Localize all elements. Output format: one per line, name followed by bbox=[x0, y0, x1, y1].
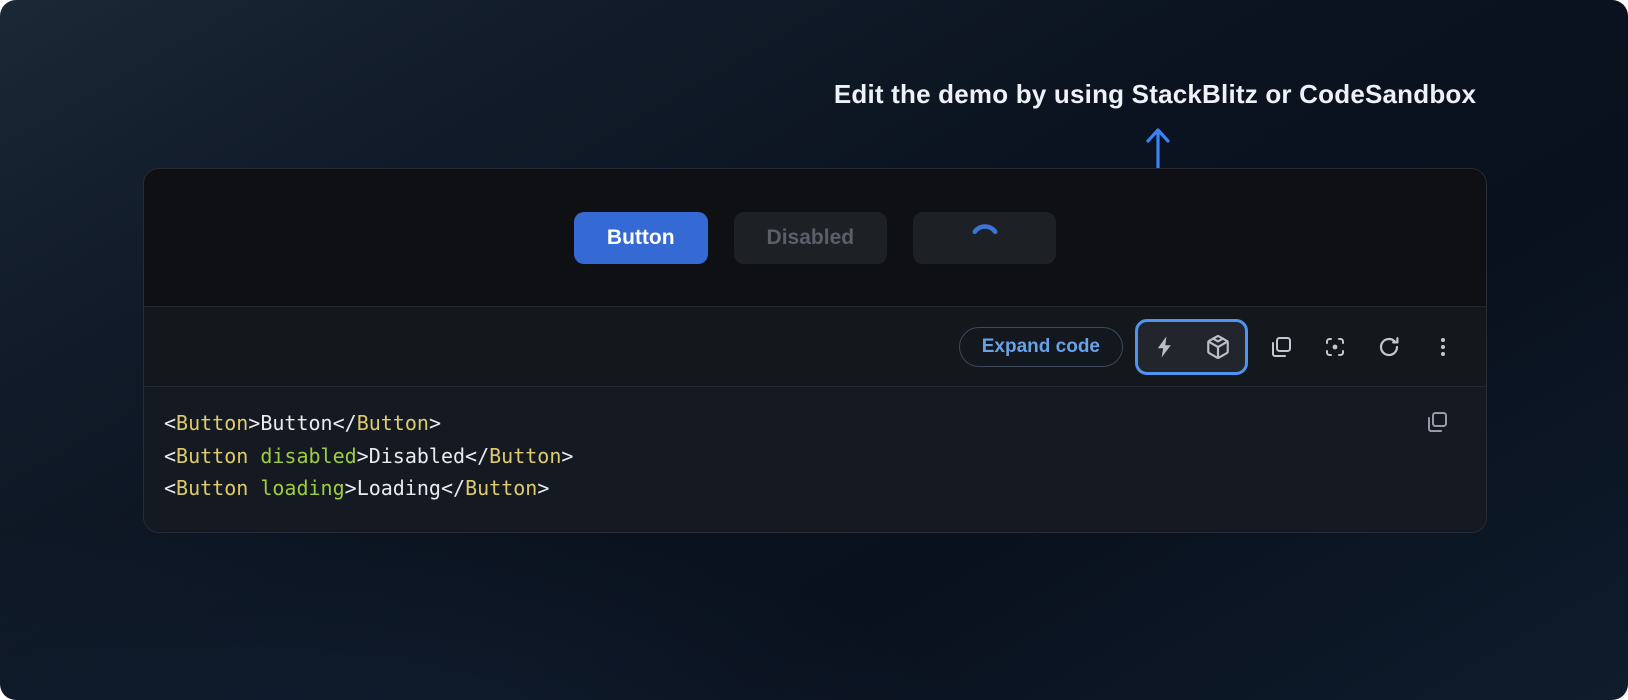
code-lines: <Button>Button</Button><Button disabled>… bbox=[164, 407, 1416, 505]
copy-demo-code-button[interactable] bbox=[1268, 334, 1294, 360]
code-line: <Button>Button</Button> bbox=[164, 407, 1416, 440]
stackblitz-button[interactable] bbox=[1152, 334, 1178, 360]
codesandbox-icon bbox=[1205, 334, 1231, 360]
page-background: Edit the demo by using StackBlitz or Cod… bbox=[0, 0, 1628, 700]
demo-button-loading[interactable] bbox=[913, 212, 1056, 264]
expand-code-button[interactable]: Expand code bbox=[959, 327, 1123, 367]
code-block: <Button>Button</Button><Button disabled>… bbox=[144, 387, 1486, 532]
demo-card: Button Disabled Expand code bbox=[143, 168, 1487, 533]
copy-icon bbox=[1269, 335, 1293, 359]
kebab-menu-icon bbox=[1431, 335, 1455, 359]
more-actions-button[interactable] bbox=[1430, 334, 1456, 360]
demo-preview: Button Disabled bbox=[144, 169, 1486, 306]
demo-toolbar: Expand code bbox=[144, 306, 1486, 387]
online-editor-group bbox=[1135, 319, 1248, 375]
copy-icon bbox=[1425, 410, 1449, 434]
code-line: <Button disabled>Disabled</Button> bbox=[164, 440, 1416, 473]
lightning-icon bbox=[1153, 335, 1177, 359]
open-isolated-demo-button[interactable] bbox=[1322, 334, 1348, 360]
refresh-demo-button[interactable] bbox=[1376, 334, 1402, 360]
annotation-text: Edit the demo by using StackBlitz or Cod… bbox=[834, 79, 1476, 110]
demo-button-primary[interactable]: Button bbox=[574, 212, 708, 264]
refresh-icon bbox=[1377, 335, 1401, 359]
copy-code-button[interactable] bbox=[1424, 410, 1450, 436]
demo-button-disabled[interactable]: Disabled bbox=[734, 212, 888, 264]
codesandbox-button[interactable] bbox=[1205, 334, 1231, 360]
code-line: <Button loading>Loading</Button> bbox=[164, 472, 1416, 505]
loading-spinner-icon bbox=[969, 222, 1001, 254]
scan-icon bbox=[1323, 335, 1347, 359]
